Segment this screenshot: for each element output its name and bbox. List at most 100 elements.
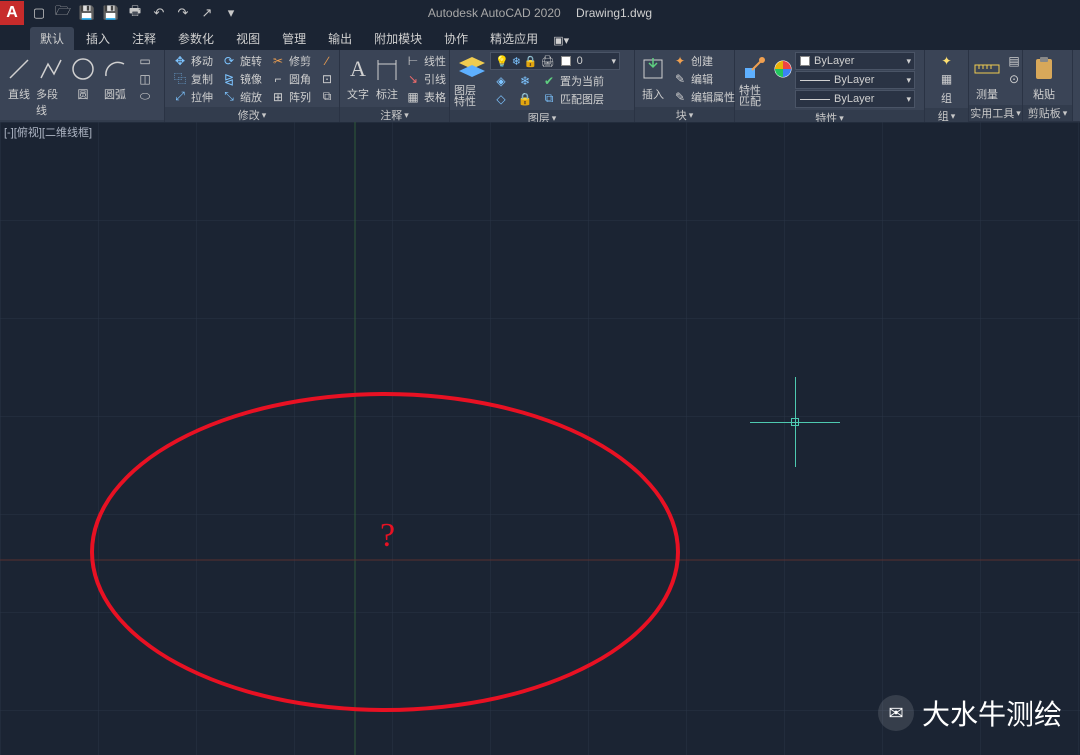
panel-util-title[interactable]: 实用工具 — [969, 105, 1022, 121]
arc-icon — [101, 54, 129, 84]
tab-insert[interactable]: 插入 — [76, 27, 120, 50]
tab-default[interactable]: 默认 — [30, 27, 74, 50]
ellipse-icon[interactable]: ⬭ — [134, 88, 156, 105]
layeriso-icon[interactable]: ◈ — [490, 72, 512, 89]
qat-redo-icon[interactable]: ↷ — [172, 2, 194, 24]
insert-button[interactable]: 插入 — [639, 52, 667, 102]
copy-button[interactable]: ⿻复制 — [169, 70, 216, 87]
mirror-button[interactable]: ⧎镜像 — [218, 70, 265, 87]
dim-button[interactable]: 标注 — [374, 52, 400, 102]
offset-icon[interactable]: ⧉ — [316, 88, 338, 105]
rotate-button[interactable]: ⟳旋转 — [218, 52, 265, 69]
circle-icon — [69, 54, 97, 84]
qat-share-icon[interactable]: ↗ — [196, 2, 218, 24]
colorwheel-icon[interactable] — [773, 52, 793, 84]
wechat-icon: ✉ — [878, 695, 914, 731]
qat-open-icon[interactable]: 🗁 — [52, 2, 74, 24]
dim-icon — [373, 54, 401, 84]
insert-icon — [639, 54, 667, 84]
text-icon: A — [344, 54, 372, 84]
polyline-button[interactable]: 多段线 — [36, 52, 66, 118]
qat-undo-icon[interactable]: ↶ — [148, 2, 170, 24]
mirror-icon: ⧎ — [221, 71, 237, 87]
qat-print-icon[interactable]: 🖶 — [124, 2, 146, 24]
qat-saveas-icon[interactable]: 💾 — [100, 2, 122, 24]
table-button[interactable]: ▦表格 — [402, 88, 449, 105]
editattr-button[interactable]: ✎编辑属性 — [669, 88, 738, 105]
layerlck-icon[interactable]: 🔒 — [514, 90, 536, 107]
quick-access-toolbar: ▢ 🗁 💾 💾 🖶 ↶ ↷ ↗ ▾ — [24, 2, 242, 24]
measure-button[interactable]: 测量 — [973, 52, 1001, 102]
tab-addins[interactable]: 附加模块 — [364, 27, 432, 50]
move-icon: ✥ — [172, 53, 188, 69]
annotation-question-mark: ? — [380, 517, 395, 555]
tab-parametric[interactable]: 参数化 — [168, 27, 224, 50]
line-button[interactable]: 直线 — [4, 52, 34, 102]
arc-button[interactable]: 圆弧 — [100, 52, 130, 102]
clipboard-icon — [1030, 54, 1058, 84]
doc-name: Drawing1.dwg — [576, 6, 652, 20]
panel-annot-title[interactable]: 注释 — [340, 107, 449, 123]
tab-featured[interactable]: 精选应用 — [480, 27, 548, 50]
tab-view[interactable]: 视图 — [226, 27, 270, 50]
hatch-icon[interactable]: ◫ — [134, 70, 156, 87]
panel-modify-title[interactable]: 修改 — [165, 107, 339, 123]
tab-output[interactable]: 输出 — [318, 27, 362, 50]
panel-block-title[interactable]: 块 — [635, 107, 734, 123]
matchprop-button[interactable]: 特性 匹配 — [739, 52, 771, 108]
layers-icon — [457, 54, 485, 84]
setcurrent-button[interactable]: ✔置为当前 — [538, 72, 607, 89]
group-icon2[interactable]: ▦ — [936, 70, 958, 87]
text-button[interactable]: A 文字 — [344, 52, 372, 102]
qat-save-icon[interactable]: 💾 — [76, 2, 98, 24]
match-icon: ⧉ — [541, 91, 557, 107]
group-icon1[interactable]: ✦ — [936, 52, 958, 69]
layerprop-button[interactable]: 图层 特性 — [454, 52, 488, 108]
paste-button[interactable]: 粘贴 — [1027, 52, 1061, 102]
layeroff-icon[interactable]: ◇ — [490, 90, 512, 107]
calc-icon[interactable]: ▤ — [1003, 52, 1025, 69]
tab-annotate[interactable]: 注释 — [122, 27, 166, 50]
group-button[interactable]: 组 — [932, 88, 962, 106]
edit-icon: ✎ — [672, 71, 688, 87]
watermark: ✉ 大水牛测绘 — [878, 693, 1062, 733]
watermark-text: 大水牛测绘 — [922, 693, 1062, 733]
drawing-area[interactable]: [-][俯视][二维线框] ? ✉ 大水牛测绘 — [0, 122, 1080, 755]
panel-clip-title[interactable]: 剪贴板 — [1023, 105, 1072, 121]
edit-button[interactable]: ✎编辑 — [669, 70, 738, 87]
layer-dropdown[interactable]: 💡❄🔒🖨 0 — [490, 52, 620, 70]
linetype-dropdown[interactable]: ByLayer — [795, 90, 915, 108]
app-logo[interactable]: A — [0, 1, 24, 25]
scale-button[interactable]: ⤡缩放 — [218, 88, 265, 105]
trim-button[interactable]: ✂修剪 — [267, 52, 314, 69]
matchlayer-button[interactable]: ⧉匹配图层 — [538, 90, 607, 107]
lineweight-dropdown[interactable]: ByLayer — [795, 71, 915, 89]
fillet-button[interactable]: ⌐圆角 — [267, 70, 314, 87]
check-icon: ✔ — [541, 73, 557, 89]
circle-button[interactable]: 圆 — [68, 52, 98, 102]
explode-icon[interactable]: ⊡ — [316, 70, 338, 87]
move-button[interactable]: ✥移动 — [169, 52, 216, 69]
viewport-label[interactable]: [-][俯视][二维线框] — [4, 124, 92, 140]
rect-icon[interactable]: ▭ — [134, 52, 156, 69]
tab-manage[interactable]: 管理 — [272, 27, 316, 50]
qat-more-icon[interactable]: ▾ — [220, 2, 242, 24]
polyline-icon — [37, 54, 65, 84]
erase-icon[interactable]: ∕ — [316, 52, 338, 69]
array-button[interactable]: ⊞阵列 — [267, 88, 314, 105]
leader-icon: ↘ — [405, 71, 421, 87]
table-icon: ▦ — [405, 89, 421, 105]
linear-button[interactable]: ⊢线性 — [402, 52, 449, 69]
tab-collab[interactable]: 协作 — [434, 27, 478, 50]
stretch-button[interactable]: ⤢拉伸 — [169, 88, 216, 105]
point-icon[interactable]: ⊙ — [1003, 70, 1025, 87]
linear-icon: ⊢ — [405, 53, 421, 69]
layerfrz-icon[interactable]: ❄ — [514, 72, 536, 89]
color-dropdown[interactable]: ByLayer — [795, 52, 915, 70]
editattr-icon: ✎ — [672, 89, 688, 105]
create-button[interactable]: ✦创建 — [669, 52, 738, 69]
rotate-icon: ⟳ — [221, 53, 237, 69]
tab-play-icon[interactable]: ▣▾ — [550, 30, 572, 50]
qat-new-icon[interactable]: ▢ — [28, 2, 50, 24]
leader-button[interactable]: ↘引线 — [402, 70, 449, 87]
